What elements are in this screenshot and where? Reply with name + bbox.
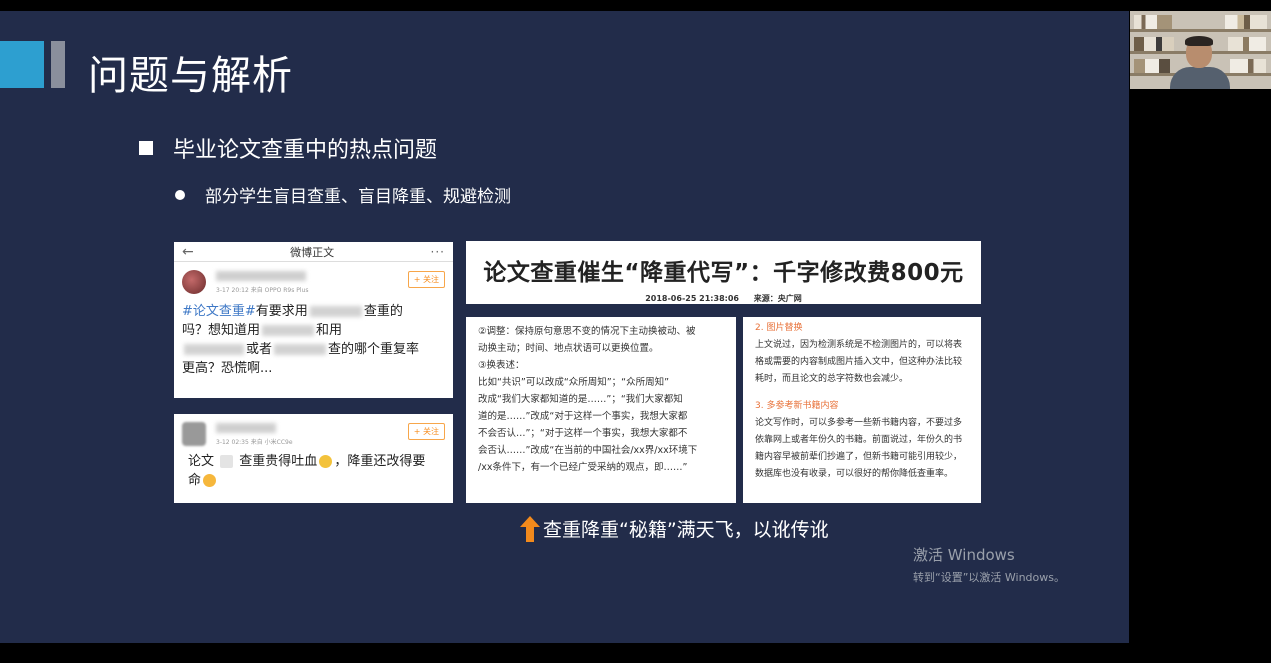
watermark-line-2: 转到“设置”以激活 Windows。 <box>913 571 1065 584</box>
tip-card-rewording: ②调整：保持原句意思不变的情况下主动换被动、被 动换主动；时间、地点状语可以更换… <box>466 317 736 503</box>
back-arrow-icon: ← <box>182 243 194 260</box>
blurred-text <box>184 344 244 355</box>
crying-face-emoji-icon <box>203 474 217 487</box>
weibo-header-title: 微博正文 <box>290 245 335 259</box>
tip-line: 改成“我们大家都知道的是……”；“我们大家都知 <box>478 394 683 405</box>
post-fragment: 或者 <box>246 342 273 357</box>
books <box>1134 37 1174 51</box>
webcam-video-thumbnail[interactable] <box>1130 11 1271 89</box>
tip-heading: 3. 多参考新书籍内容 <box>755 401 839 411</box>
news-source: 来源：央广网 <box>753 294 802 303</box>
blurred-text <box>274 344 327 355</box>
hashtag: #论文查重# <box>182 304 256 319</box>
post-fragment: 查重的 <box>363 304 403 319</box>
post-fragment: 查的哪个重复率 <box>328 342 420 357</box>
post-meta: 3-17 20:12 来自 OPPO R9s Plus <box>216 286 309 294</box>
tip-line: ③换表述： <box>478 360 525 371</box>
post-fragment: ，降重还改得要 <box>334 454 426 469</box>
tip-line: 动换主动；时间、地点状语可以更换位置。 <box>478 343 659 354</box>
post-fragment: 命 <box>188 473 202 488</box>
post-fragment: 吗？想知道用 <box>182 323 261 338</box>
tip-line: 会否认……”改成“在当前的中国社会/xx界/xx环境下 <box>478 445 698 456</box>
books <box>1134 15 1172 29</box>
title-accent-bar-gray <box>51 41 65 88</box>
avatar <box>182 422 206 446</box>
watermark-line-1: 激活 Windows <box>913 546 1015 564</box>
tip-line: 不会否认…”；“对于这样一个事实，我想大家都不 <box>478 428 688 439</box>
tip-card-images-books: 2. 图片替换 上文说过，因为检测系统是不检测图片的，可以将表 格或需要的内容制… <box>743 317 981 503</box>
burst-emoji-icon <box>319 455 333 468</box>
weibo-post-text: #论文查重#有要求用 查重的 吗？想知道用 和用 或者 查的哪个重复率 更高？恐慌啊.… <box>174 298 453 382</box>
up-arrow-icon <box>520 515 540 542</box>
bullet-level1-text: 毕业论文查重中的热点问题 <box>173 138 438 163</box>
books <box>1225 15 1267 29</box>
document-emoji-icon <box>220 455 234 468</box>
follow-button: + 关注 <box>407 423 445 440</box>
windows-activation-watermark: 激活 Windows 转到“设置”以激活 Windows。 <box>913 544 1065 585</box>
avatar <box>182 270 206 294</box>
tip-line: ②调整：保持原句意思不变的情况下主动换被动、被 <box>478 326 696 337</box>
caption-text: 查重降重“秘籍”满天飞，以讹传讹 <box>543 519 829 541</box>
bullet-level1: 毕业论文查重中的热点问题 <box>139 132 437 164</box>
tip-line: /xx条件下，有一个已经广受采纳的观点，即……” <box>478 462 688 473</box>
tip-line: 格或需要的内容制成图片插入文中，但这种办法比较 <box>755 357 963 367</box>
tip-line: 论文写作时，可以多参考一些新书籍内容，不要过多 <box>755 418 963 428</box>
news-headline: 论文查重催生“降重代写”：千字修改费800元 <box>483 260 964 286</box>
post-fragment: 更高？恐慌啊... <box>182 361 273 376</box>
square-bullet-icon <box>139 141 153 155</box>
blurred-text <box>262 325 315 336</box>
post-fragment: 有要求用 <box>255 304 308 319</box>
news-dateline: 2018-06-25 21:38:06 来源：央广网 <box>466 293 981 304</box>
weibo-topbar: ← 微博正文 ··· <box>174 242 453 262</box>
post-fragment: 和用 <box>316 323 343 338</box>
weibo-user-row: 3-12 02:35 来自 小米CC9e + 关注 <box>174 414 453 450</box>
news-headline-card: 论文查重催生“降重代写”：千字修改费800元 2018-06-25 21:38:… <box>466 241 981 304</box>
tip-line: 比如“共识”可以改成“众所周知”；“众所周知” <box>478 377 670 388</box>
presenter-hair <box>1185 36 1213 46</box>
bullet-level2: 部分学生盲目查重、盲目降重、规避检测 <box>175 182 511 207</box>
presenter-body <box>1170 67 1230 89</box>
books <box>1134 59 1170 73</box>
weibo-user-row: 3-17 20:12 来自 OPPO R9s Plus + 关注 <box>174 262 453 298</box>
bullet-level2-text: 部分学生盲目查重、盲目降重、规避检测 <box>205 187 511 207</box>
blurred-text <box>309 306 362 317</box>
screen: 问题与解析 毕业论文查重中的热点问题 部分学生盲目查重、盲目降重、规避检测 ← … <box>0 0 1271 663</box>
tip-line: 耗时，而且论文的总字符数也会减少。 <box>755 374 909 384</box>
post-fragment: 查重贵得吐血 <box>239 454 318 469</box>
post-meta: 3-12 02:35 来自 小米CC9e <box>216 438 293 446</box>
more-dots-icon: ··· <box>430 244 445 259</box>
post-fragment: 论文 <box>188 454 215 469</box>
follow-button: + 关注 <box>407 271 445 288</box>
bookshelf <box>1130 29 1271 32</box>
tip-line: 籍内容早被前辈们抄遍了，但新书籍可能引用较少， <box>755 452 963 462</box>
title-accent-bar <box>0 41 44 88</box>
tip-line: 上文说过，因为检测系统是不检测图片的，可以将表 <box>755 340 963 350</box>
tip-line: 依靠网上或者年份久的书籍。前面说过，年份久的书 <box>755 435 963 445</box>
presentation-slide: 问题与解析 毕业论文查重中的热点问题 部分学生盲目查重、盲目降重、规避检测 ← … <box>0 11 1129 643</box>
tip-line: 数据库也没有收录，可以很好的帮你降低查重率。 <box>755 469 954 479</box>
slide-title: 问题与解析 <box>88 53 293 99</box>
weibo-post-screenshot-2: 3-12 02:35 来自 小米CC9e + 关注 论文 查重贵得吐血 ，降重还改… <box>174 414 453 503</box>
books <box>1228 37 1266 51</box>
tip-heading: 2. 图片替换 <box>755 323 803 333</box>
news-date: 2018-06-25 21:38:06 <box>645 294 739 303</box>
round-bullet-icon <box>175 189 185 200</box>
blurred-username <box>216 270 306 281</box>
weibo-post-text: 论文 查重贵得吐血 ，降重还改得要 命 <box>174 450 453 492</box>
slide-caption: 查重降重“秘籍”满天飞，以讹传讹 <box>520 515 829 542</box>
books <box>1230 59 1266 73</box>
blurred-username <box>216 422 276 433</box>
weibo-post-screenshot-1: ← 微博正文 ··· 3-17 20:12 来自 OPPO R9s Plus +… <box>174 242 453 398</box>
tip-line: 道的是……”改成“对于这样一个事实，我想大家都 <box>478 411 688 422</box>
